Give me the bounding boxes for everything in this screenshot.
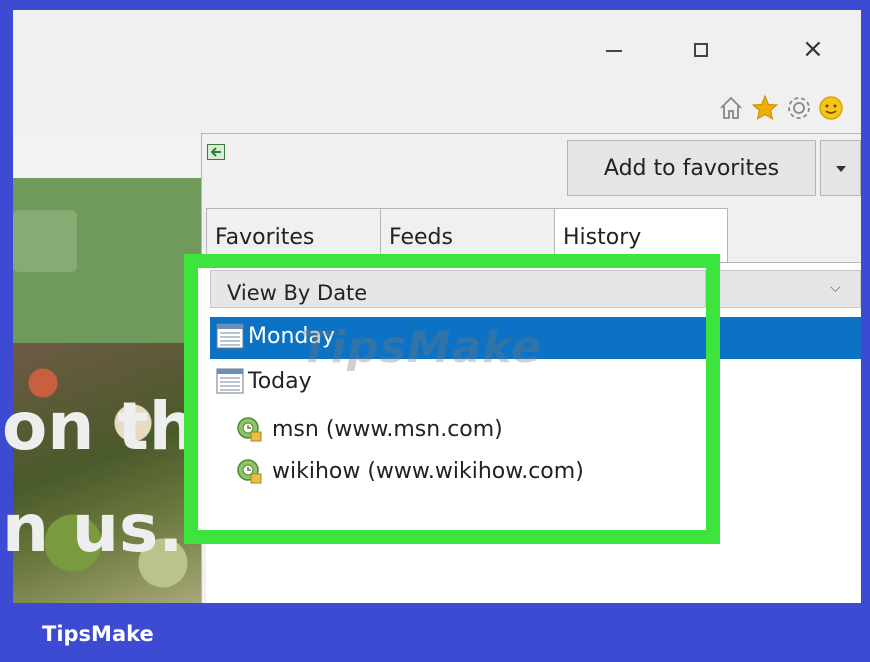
banner-brand-text: TipsMake xyxy=(42,622,154,646)
history-site-msn[interactable]: msn (www.msn.com) xyxy=(236,416,503,442)
frame-top xyxy=(0,0,870,10)
webpage-search-box[interactable] xyxy=(13,210,77,272)
calendar-icon xyxy=(216,368,244,394)
minimize-button[interactable] xyxy=(600,40,630,60)
website-history-icon xyxy=(237,459,262,484)
list-item-label: wikihow (www.wikihow.com) xyxy=(272,458,584,484)
chevron-down-icon[interactable]: ⌵ xyxy=(830,280,841,296)
list-item-label: msn (www.msn.com) xyxy=(272,416,503,442)
feedback-smiley-icon[interactable] xyxy=(818,95,844,121)
home-icon[interactable] xyxy=(718,95,744,121)
calendar-icon xyxy=(216,323,244,349)
watermark: TipsMake xyxy=(300,322,542,373)
add-to-favorites-dropdown-arrow[interactable] xyxy=(820,140,861,196)
history-list-zoomed: View By Date Monday Today msn (www.msn.c… xyxy=(198,268,706,530)
view-mode-label: View By Date xyxy=(227,281,368,305)
favorites-star-icon[interactable] xyxy=(752,95,778,121)
settings-gear-icon[interactable] xyxy=(786,95,812,121)
webpage-hero-text: on th xyxy=(2,388,196,465)
history-site-wikihow[interactable]: wikihow (www.wikihow.com) xyxy=(236,458,584,484)
website-history-icon xyxy=(237,417,262,442)
maximize-button[interactable] xyxy=(692,41,710,59)
pin-favorites-center-icon[interactable] xyxy=(207,144,225,160)
history-day-today[interactable]: Today xyxy=(216,368,312,394)
webpage-hero-text: n us. xyxy=(2,490,184,567)
close-button[interactable]: × xyxy=(802,36,824,62)
frame-right xyxy=(861,0,870,662)
view-mode-select[interactable]: View By Date xyxy=(210,270,706,308)
add-to-favorites-button[interactable]: Add to favorites xyxy=(567,140,816,196)
